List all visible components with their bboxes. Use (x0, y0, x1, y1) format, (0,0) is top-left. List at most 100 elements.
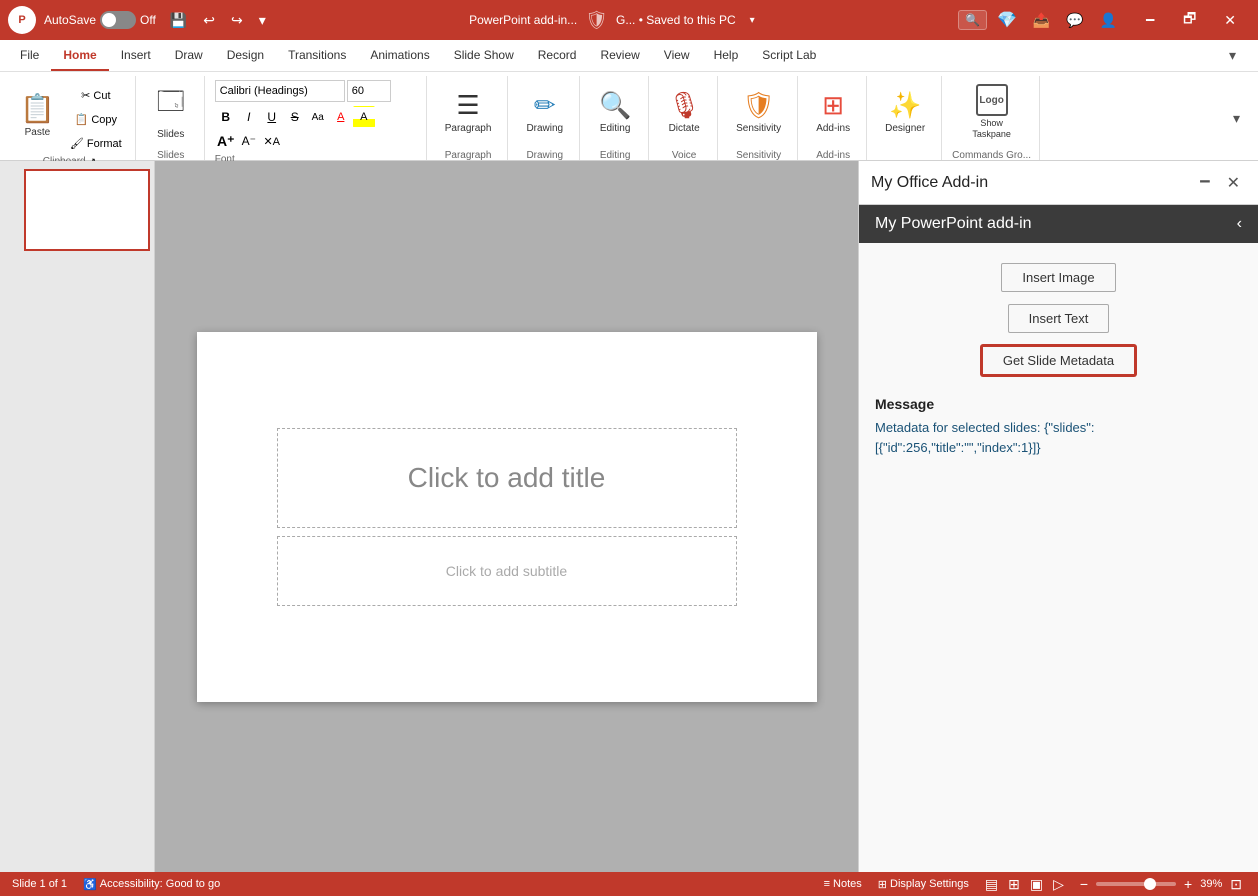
tab-home[interactable]: Home (51, 40, 108, 71)
tab-view[interactable]: View (652, 40, 702, 71)
show-taskpane-label: ShowTaskpane (972, 118, 1011, 140)
doc-title: PowerPoint add-in... (469, 13, 577, 27)
comments-btn[interactable]: 💬 (1060, 10, 1089, 31)
tab-draw[interactable]: Draw (163, 40, 215, 71)
copy-button[interactable]: 📋 Copy (65, 108, 127, 130)
window-controls: 🗕 🗗 ✕ (1131, 4, 1250, 36)
customize-button[interactable]: ▾ (253, 10, 272, 31)
redo-button[interactable]: ↪ (225, 10, 249, 31)
zoom-slider[interactable] (1096, 882, 1176, 886)
ribbon-group-slides: 🗔 Slides Slides (138, 76, 205, 160)
ribbon: File Home Insert Draw Design Transitions… (0, 40, 1258, 161)
increase-font-button[interactable]: A⁺ (215, 130, 237, 152)
bold-button[interactable]: B (215, 106, 237, 128)
addins-button[interactable]: ⊞ Add-ins (808, 76, 858, 148)
tab-design[interactable]: Design (215, 40, 276, 71)
canvas-area: Click to add title Click to add subtitle (155, 161, 858, 872)
clear-format-button[interactable]: ✕A (261, 130, 283, 152)
tab-transitions[interactable]: Transitions (276, 40, 358, 71)
cut-button[interactable]: ✂ Cut (65, 84, 127, 106)
tab-help[interactable]: Help (702, 40, 751, 71)
slide-canvas[interactable]: Click to add title Click to add subtitle (197, 332, 817, 702)
insert-image-button[interactable]: Insert Image (1001, 263, 1115, 292)
drawing-button[interactable]: ✏ Drawing (518, 76, 571, 148)
notes-button[interactable]: ≡ Notes (820, 878, 866, 890)
dictate-button[interactable]: 🎙 Dictate (659, 76, 709, 148)
display-settings-button[interactable]: ⊞ Display Settings (874, 878, 973, 891)
zoom-out-btn[interactable]: − (1076, 874, 1092, 894)
tab-animations[interactable]: Animations (358, 40, 441, 71)
view-reading-btn[interactable]: ▣ (1026, 874, 1047, 895)
user-btn[interactable]: 👤 (1094, 10, 1123, 31)
slide-info: Slide 1 of 1 (12, 878, 67, 890)
message-label: Message (875, 396, 1242, 412)
addin-close-btn[interactable]: ✕ (1221, 165, 1246, 200)
tab-record[interactable]: Record (526, 40, 589, 71)
dictate-icon: 🎙 (668, 90, 701, 121)
get-slide-metadata-button[interactable]: Get Slide Metadata (981, 345, 1136, 376)
tab-file[interactable]: File (8, 40, 51, 71)
fit-slide-btn[interactable]: ⊡ (1226, 874, 1246, 895)
designer-icon: ✨ (889, 90, 921, 121)
close-button[interactable]: ✕ (1210, 4, 1250, 36)
view-normal-btn[interactable]: ▤ (981, 874, 1002, 895)
editing-button[interactable]: 🔍 Editing (590, 76, 640, 148)
slides-button[interactable]: 🗔 Slides (146, 76, 196, 148)
highlight-button[interactable]: A (353, 106, 375, 128)
slides-content: 🗔 Slides (146, 76, 196, 148)
save-button[interactable]: 💾 (164, 10, 193, 31)
designer-button[interactable]: ✨ Designer (877, 76, 933, 148)
slide-thumb-wrapper: 1 (4, 169, 150, 251)
insert-text-button[interactable]: Insert Text (1008, 304, 1110, 333)
italic-button[interactable]: I (238, 106, 260, 128)
decrease-font-button[interactable]: A⁻ (238, 130, 260, 152)
font-size-input[interactable] (347, 80, 391, 102)
ribbon-more-btn[interactable]: ▾ (1223, 45, 1242, 66)
tab-slideshow[interactable]: Slide Show (442, 40, 526, 71)
slide-title-area[interactable]: Click to add title (277, 428, 737, 528)
strikethrough-button[interactable]: S (284, 106, 306, 128)
zoom-in-btn[interactable]: + (1180, 874, 1196, 894)
tab-insert[interactable]: Insert (109, 40, 163, 71)
paste-button[interactable]: 📋 Paste (12, 79, 63, 151)
font-color-button[interactable]: A (330, 106, 352, 128)
addin-collapse-btn[interactable]: 🗕 (1193, 165, 1216, 200)
paragraph-button[interactable]: ☰ Paragraph (437, 76, 500, 148)
accessibility-btn[interactable]: ♿ Accessibility: Good to go (79, 878, 224, 891)
message-text: Metadata for selected slides: {"slides":… (875, 418, 1242, 457)
paragraph-icon: ☰ (456, 90, 479, 121)
share-btn[interactable]: 📤 (1027, 10, 1056, 31)
show-taskpane-button[interactable]: Logo ShowTaskpane (964, 76, 1019, 148)
autosave-toggle[interactable] (100, 11, 136, 29)
font-name-input[interactable] (215, 80, 345, 102)
notes-label: Notes (833, 878, 862, 890)
view-slideshow-btn[interactable]: ▷ (1049, 874, 1068, 895)
addin-header-collapse[interactable]: ‹ (1237, 215, 1242, 233)
addin-header: My PowerPoint add-in ‹ (859, 205, 1258, 243)
ribbon-group-paragraph: ☰ Paragraph Paragraph (429, 76, 509, 160)
change-case-button[interactable]: Aa (307, 106, 329, 128)
ribbon-expand-btn[interactable]: ▾ (1227, 108, 1246, 129)
search-box[interactable]: 🔍 (958, 10, 987, 30)
ribbon-group-addins: ⊞ Add-ins Add-ins (800, 76, 867, 160)
undo-button[interactable]: ↩ (197, 10, 221, 31)
addin-body: Insert Image Insert Text Get Slide Metad… (859, 243, 1258, 872)
format-painter-button[interactable]: 🖌 Format (65, 132, 127, 154)
paragraph-content: ☰ Paragraph (437, 76, 500, 148)
tab-scriptlab[interactable]: Script Lab (750, 40, 828, 71)
view-slide-sorter-btn[interactable]: ⊞ (1004, 874, 1024, 895)
slide-thumbnail[interactable] (24, 169, 150, 251)
sensitivity-button[interactable]: 🛡 Sensitivity (728, 76, 789, 148)
ribbon-overflow: ▾ (1219, 76, 1254, 160)
ribbon-tabs: File Home Insert Draw Design Transitions… (0, 40, 1258, 72)
toolbar-controls: 💾 ↩ ↪ ▾ (164, 10, 272, 31)
save-location-dropdown[interactable]: ▾ (744, 13, 761, 28)
restore-button[interactable]: 🗗 (1169, 4, 1210, 36)
slide-subtitle-area[interactable]: Click to add subtitle (277, 536, 737, 606)
office-copilot-btn[interactable]: 💎 (991, 8, 1023, 32)
underline-button[interactable]: U (261, 106, 283, 128)
slide-subtitle-placeholder: Click to add subtitle (446, 563, 567, 579)
zoom-control: − + 39% ⊡ (1076, 874, 1246, 895)
tab-review[interactable]: Review (588, 40, 651, 71)
minimize-button[interactable]: 🗕 (1131, 4, 1169, 36)
